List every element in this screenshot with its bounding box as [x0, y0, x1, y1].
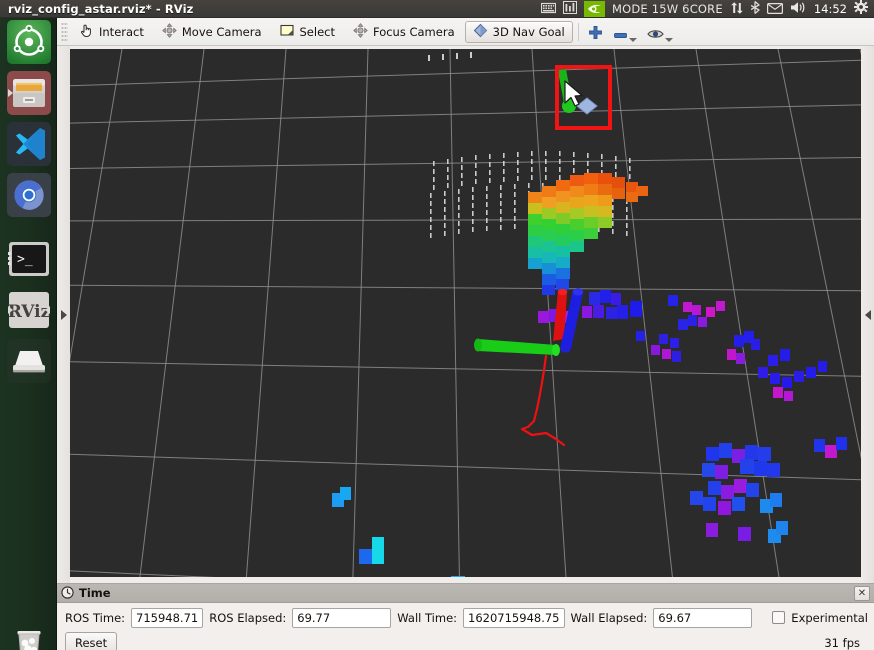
- sidebar-item-ubuntu[interactable]: [7, 20, 51, 64]
- tool-focus-camera-label: Focus Camera: [372, 24, 455, 39]
- robot-coordinate-axes: [474, 288, 584, 356]
- system-tray: MODE 15W 6CORE 14:52: [540, 0, 874, 17]
- gear-icon[interactable]: [854, 0, 868, 17]
- minus-icon: [613, 25, 628, 44]
- map-marker-field: [428, 52, 472, 61]
- plus-icon: [588, 25, 603, 44]
- ros-elapsed-field[interactable]: 69.77: [292, 607, 392, 628]
- eye-icon: [647, 25, 664, 44]
- tool-move-camera-label: Move Camera: [181, 24, 262, 39]
- rviz-toolbar: Interact Move Camera Select Focus Camera…: [57, 18, 874, 46]
- launcher-pip-left-rviz: [8, 306, 13, 314]
- nav-goal-diamond: [576, 97, 598, 115]
- power-mode-label[interactable]: MODE 15W 6CORE: [612, 2, 723, 16]
- experimental-label: Experimental: [791, 610, 868, 625]
- reset-button[interactable]: Reset: [65, 632, 118, 650]
- tool-3d-nav-goal-label: 3D Nav Goal: [492, 24, 565, 39]
- focus-camera-icon: [353, 22, 368, 41]
- nvidia-icon[interactable]: [583, 0, 605, 17]
- wall-elapsed-label: Wall Elapsed:: [570, 610, 648, 625]
- mail-icon[interactable]: [766, 1, 783, 17]
- sidebar-item-rviz[interactable]: RViz: [7, 288, 51, 332]
- move-camera-icon: [162, 22, 177, 41]
- time-actions-row: Reset 31 fps: [57, 629, 874, 650]
- tool-focus-camera-button[interactable]: Focus Camera: [345, 21, 463, 43]
- launcher-pip-dots-terminal: [8, 251, 11, 267]
- window-title: rviz_config_astar.rviz* - RViz: [8, 1, 194, 16]
- tool-properties-caret-icon[interactable]: [664, 37, 673, 42]
- wall-time-field[interactable]: 1620715948.75: [463, 607, 565, 628]
- rviz-main-window: Interact Move Camera Select Focus Camera…: [57, 18, 874, 650]
- sidebar-item-chromium[interactable]: [7, 173, 51, 217]
- scene-objects: [332, 52, 847, 577]
- system-monitor-icon[interactable]: [562, 0, 577, 17]
- axis-y-green: [474, 338, 560, 356]
- sidebar-item-terminal[interactable]: >_: [7, 237, 51, 281]
- render-area: [57, 46, 874, 583]
- desktop-screen: rviz_config_astar.rviz* - RViz MODE 15W …: [0, 0, 874, 650]
- network-updown-icon[interactable]: [730, 1, 744, 17]
- launcher-pip-right-rviz: [45, 306, 50, 314]
- time-fields-row: ROS Time: 715948.71 ROS Elapsed: 69.77 W…: [57, 603, 874, 629]
- expand-right-panel-icon[interactable]: [864, 309, 871, 320]
- add-tool-button[interactable]: [583, 20, 608, 44]
- planned-path: [520, 354, 566, 447]
- remove-tool-caret-icon[interactable]: [628, 37, 637, 42]
- unity-launcher: >_ RViz: [0, 18, 57, 650]
- ros-time-field[interactable]: 715948.71: [131, 607, 204, 628]
- tool-interact-label: Interact: [99, 24, 144, 39]
- close-icon[interactable]: ✕: [854, 585, 870, 601]
- tool-move-camera-button[interactable]: Move Camera: [154, 21, 270, 43]
- keyboard-icon[interactable]: [540, 1, 557, 17]
- tool-3d-nav-goal-button[interactable]: 3D Nav Goal: [464, 20, 573, 43]
- tool-select-button[interactable]: Select: [272, 21, 343, 43]
- sidebar-item-trash[interactable]: [7, 622, 51, 650]
- sidebar-item-disk[interactable]: [7, 339, 51, 383]
- time-panel-header: Time ✕: [57, 583, 874, 603]
- time-panel-title: Time: [79, 586, 111, 600]
- remove-tool-button[interactable]: [608, 20, 642, 44]
- time-panel: Time ✕ ROS Time: 715948.71 ROS Elapsed: …: [57, 583, 874, 650]
- select-rect-icon: [279, 24, 295, 40]
- unity-top-panel: rviz_config_astar.rviz* - RViz MODE 15W …: [0, 0, 874, 18]
- ros-time-label: ROS Time:: [65, 610, 126, 625]
- clock-icon: [61, 584, 74, 603]
- toolbar-grip[interactable]: [61, 21, 68, 42]
- wall-elapsed-field[interactable]: 69.67: [653, 607, 753, 628]
- launcher-pip-left-files: [8, 89, 13, 97]
- tool-properties-button[interactable]: [642, 20, 678, 44]
- obstacle-voxel-cloud: [332, 290, 847, 577]
- experimental-checkbox-wrap[interactable]: Experimental: [772, 611, 868, 625]
- expand-left-panel-icon[interactable]: [60, 309, 67, 320]
- left-panel-splitter[interactable]: [57, 46, 70, 583]
- svg-text:>_: >_: [17, 252, 33, 267]
- nav-goal-diamond-icon: [473, 23, 488, 41]
- right-panel-splitter[interactable]: [861, 46, 874, 583]
- bluetooth-icon[interactable]: [750, 0, 760, 17]
- ros-elapsed-label: ROS Elapsed:: [209, 610, 287, 625]
- tool-interact-button[interactable]: Interact: [72, 21, 152, 43]
- toolbar-separator: [577, 22, 579, 41]
- sidebar-item-vscode[interactable]: [7, 122, 51, 166]
- volume-icon[interactable]: [790, 1, 807, 17]
- fps-label: 31 fps: [824, 635, 860, 650]
- clock-label[interactable]: 14:52: [814, 2, 847, 16]
- wall-time-label: Wall Time:: [397, 610, 458, 625]
- 3d-viewport[interactable]: [70, 49, 861, 577]
- elevation-point-cloud: [528, 173, 648, 295]
- sidebar-item-files[interactable]: [7, 71, 51, 115]
- tool-select-label: Select: [299, 24, 335, 39]
- experimental-checkbox[interactable]: [772, 611, 786, 624]
- hand-cursor-icon: [80, 23, 94, 41]
